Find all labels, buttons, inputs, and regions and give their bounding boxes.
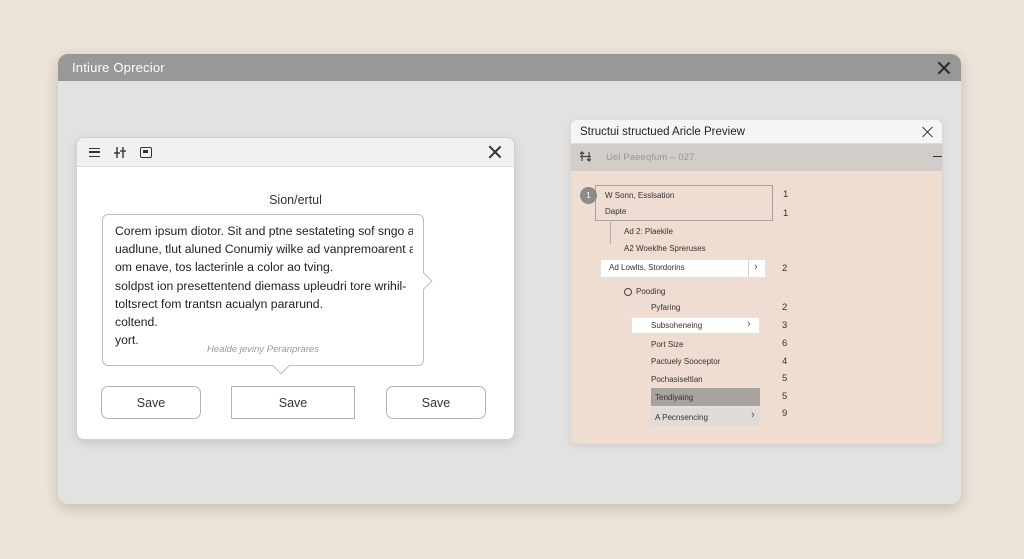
save-button[interactable]: Save [101, 386, 201, 419]
tree-item[interactable]: Pooding [636, 287, 665, 296]
text-line: uadlune, tlut aluned Conumiy wilke ad va… [115, 242, 413, 257]
close-icon[interactable] [922, 126, 934, 138]
text-line: coltend. [115, 315, 158, 330]
section-badge: 1 [580, 187, 597, 204]
close-icon[interactable] [937, 61, 951, 75]
chevron-right-icon[interactable]: › [754, 261, 758, 273]
sliders-icon[interactable] [113, 145, 127, 159]
tree-item-count: 1 [783, 208, 789, 219]
radio-icon[interactable] [624, 288, 632, 296]
tree-item-count: 6 [782, 338, 788, 349]
tree-item-count: 9 [782, 408, 788, 419]
text-area[interactable]: Corem ipsum diotor. Sit and ptne sestate… [102, 214, 433, 375]
window-titlebar: Intiure Oprecior [58, 54, 961, 81]
tree-item: Tendiyaing [655, 393, 694, 402]
tree-item-count: 1 [783, 189, 789, 200]
tree-item-count: 2 [782, 263, 788, 274]
save-button[interactable]: Save [231, 386, 355, 419]
tree-item: Subsoheneing [651, 321, 703, 330]
text-line: Corem ipsum diotor. Sit and ptne sestate… [115, 224, 413, 238]
tree-item[interactable]: Ad 2: Plaekile [624, 227, 673, 236]
dialog-heading: Sion/ertul [269, 193, 322, 207]
tree-item-count: 2 [782, 302, 788, 313]
text-area-placeholder: Healde jeviny Peranprares [207, 344, 319, 355]
sort-icon[interactable] [579, 150, 592, 165]
panel-icon[interactable] [139, 145, 153, 159]
tree-item-count: 4 [782, 356, 788, 367]
editor-dialog: Sion/ertul Corem ipsum diotor. Sit and p… [76, 137, 515, 440]
menu-icon[interactable] [87, 145, 101, 159]
tree-item-count: 5 [782, 373, 788, 384]
text-line: om enave, tos lacterinle a color ao tvin… [115, 260, 334, 275]
panel-title: Structui structued Aricle Preview [580, 125, 745, 138]
panel-titlebar: Structui structued Aricle Preview [571, 120, 942, 144]
panel-toolbar: Uel Paeeqfum – 027 [571, 144, 942, 171]
tree-item-count: 3 [782, 320, 788, 331]
tree-connector [610, 222, 611, 244]
close-icon[interactable] [488, 145, 502, 159]
tree-item[interactable]: Pactuely Sooceptor [651, 357, 720, 366]
tooltip-tail [415, 272, 433, 290]
divider [748, 260, 749, 277]
tree-item[interactable]: A2 Woeklhe Spreruses [624, 244, 706, 253]
text-line: toltsrect fom trantsn acualyn pararund. [115, 296, 323, 311]
panel-toolbar-text: Uel Paeeqfum – 027 [606, 152, 695, 163]
article-preview-panel: Structui structued Aricle Preview Uel Pa… [571, 120, 942, 444]
tooltip-tail [272, 357, 290, 375]
chevron-right-icon[interactable]: › [751, 409, 755, 421]
tree-item-count: 5 [782, 391, 788, 402]
tree-item[interactable]: Dapte [605, 207, 626, 216]
save-button[interactable]: Save [386, 386, 486, 419]
chevron-right-icon[interactable]: › [747, 318, 751, 330]
tree-item: A Pecnsencing [655, 413, 708, 422]
text-line: soldpst ion presettentend diemass upleud… [115, 278, 407, 293]
window-title: Intiure Oprecior [72, 60, 165, 75]
tree-item[interactable]: W Sonn, Esslsation [605, 191, 674, 200]
dialog-toolbar [77, 138, 514, 167]
article-tree: 1 W Sonn, Esslsation 1 Dapte 1 Ad 2: Pla… [571, 171, 942, 444]
tree-item[interactable]: Port Size [651, 340, 683, 349]
tree-item: Ad Lowlts, Stordorins [609, 263, 685, 272]
tree-item[interactable]: Pyfaring [651, 303, 680, 312]
tree-item[interactable]: Pochasiseltlan [651, 375, 703, 384]
